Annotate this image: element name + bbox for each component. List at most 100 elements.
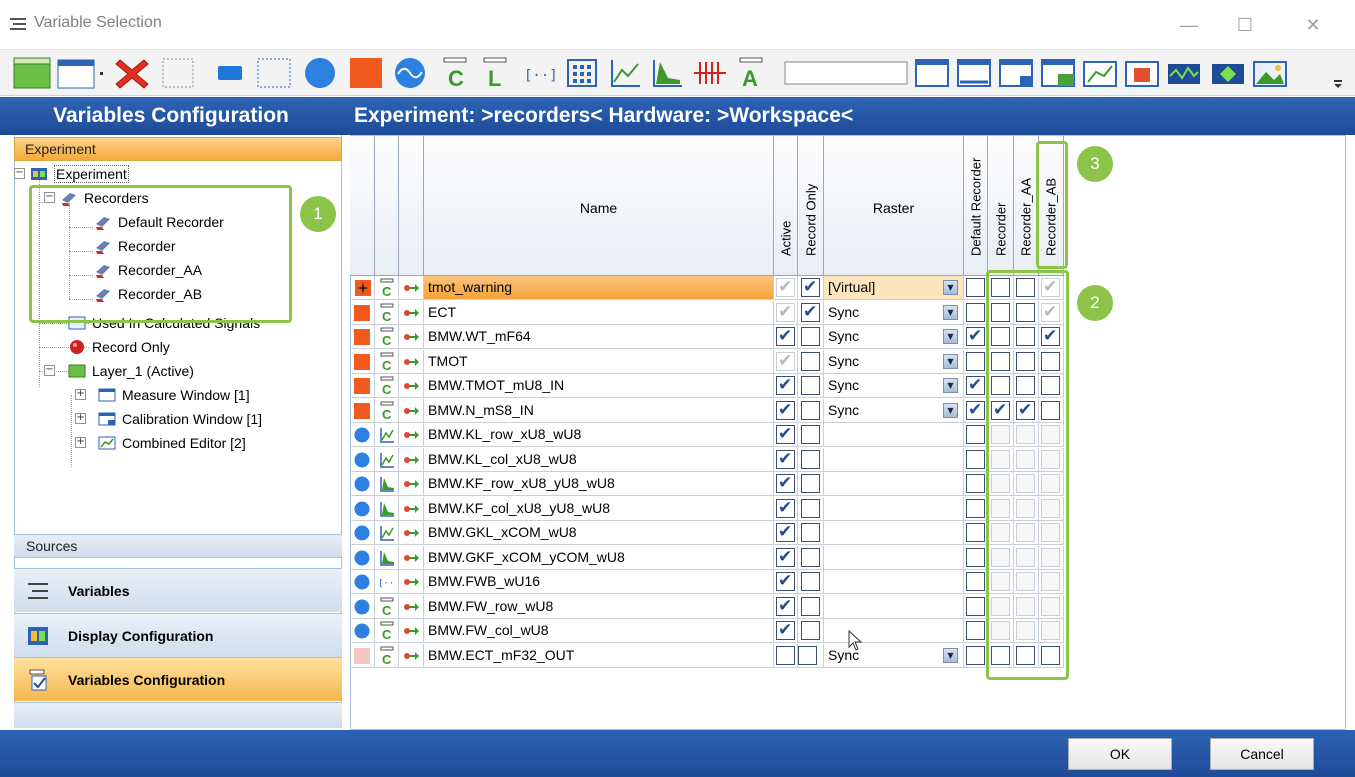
record-only-cell[interactable]	[798, 619, 824, 643]
active-checkbox[interactable]: ✔	[776, 449, 795, 469]
raster-cell[interactable]	[824, 472, 964, 496]
blue-circle-icon[interactable]	[300, 56, 340, 90]
delete-icon[interactable]	[112, 56, 152, 90]
record-only-cell[interactable]	[798, 521, 824, 545]
calibration-c-icon[interactable]: C	[438, 56, 478, 90]
ok-button[interactable]: OK	[1068, 738, 1172, 770]
collapse-experiment-icon[interactable]: −	[14, 168, 25, 179]
table-row[interactable]: C BMW.FW_col_wU8 ✔	[350, 619, 1064, 643]
table-row[interactable]: BMW.GKF_xCOM_yCOM_wU8 ✔	[350, 545, 1064, 570]
raster-cell[interactable]: Sync ▼	[824, 398, 964, 423]
default-recorder-checkbox[interactable]	[966, 572, 985, 591]
raster-cell[interactable]: Sync ▼	[824, 300, 964, 325]
raster-cell[interactable]	[824, 619, 964, 643]
record-only-checkbox[interactable]: ✔	[801, 302, 820, 322]
record-only-cell[interactable]	[798, 570, 824, 594]
table-row[interactable]: Ctmot_warning ✔ ✔ [Virtual] ▼ ✔	[350, 276, 1064, 300]
value-block-icon[interactable]: [··]	[520, 56, 560, 90]
table-row[interactable]: BMW.KF_row_xU8_yU8_wU8 ✔	[350, 472, 1064, 496]
toolbar-field[interactable]	[784, 56, 908, 90]
default-recorder-cell[interactable]	[964, 521, 988, 545]
record-only-cell[interactable]: ✔	[798, 276, 824, 300]
calibration-window-icon[interactable]	[996, 56, 1036, 90]
active-checkbox[interactable]: ✔	[776, 572, 795, 591]
table-row[interactable]: BMW.KL_col_xU8_wU8 ✔	[350, 447, 1064, 472]
record-only-checkbox[interactable]	[801, 474, 820, 493]
record-only-cell[interactable]	[798, 374, 824, 398]
variable-name-cell[interactable]: BMW.KL_row_xU8_wU8	[424, 423, 774, 447]
raster-cell[interactable]: Sync ▼	[824, 349, 964, 374]
maximize-button[interactable]: ☐	[1222, 10, 1268, 40]
active-checkbox[interactable]: ✔	[776, 425, 795, 444]
variable-name-cell[interactable]: BMW.FWB_wU16	[424, 570, 774, 594]
active-checkbox[interactable]: ✔	[776, 547, 795, 567]
tree-record-only[interactable]: Record Only	[68, 335, 170, 359]
default-recorder-cell[interactable]	[964, 570, 988, 594]
default-recorder-cell[interactable]	[964, 496, 988, 521]
record-only-checkbox[interactable]	[801, 572, 820, 591]
curve-icon[interactable]	[606, 56, 646, 90]
active-cell[interactable]: ✔	[774, 349, 798, 374]
table-row[interactable]: C BMW.N_mS8_IN ✔ Sync ▼ ✔ ✔ ✔	[350, 398, 1064, 423]
raster-dropdown-icon[interactable]: ▼	[943, 353, 958, 369]
variable-name-cell[interactable]: BMW.KL_col_xU8_wU8	[424, 447, 774, 472]
record-only-cell[interactable]	[798, 349, 824, 374]
raster-cell[interactable]: Sync ▼	[824, 374, 964, 398]
record-only-cell[interactable]	[798, 447, 824, 472]
default-recorder-cell[interactable]	[964, 276, 988, 300]
active-checkbox[interactable]: ✔	[776, 376, 795, 395]
variable-name-cell[interactable]: BMW.TMOT_mU8_IN	[424, 374, 774, 398]
raster-cell[interactable]: [Virtual] ▼	[824, 276, 964, 300]
default-recorder-cell[interactable]	[964, 300, 988, 325]
active-checkbox[interactable]: ✔	[776, 278, 795, 297]
active-cell[interactable]: ✔	[774, 619, 798, 643]
calibration-table-icon[interactable]	[1038, 56, 1078, 90]
record-only-checkbox[interactable]	[801, 400, 820, 420]
default-recorder-checkbox[interactable]	[966, 523, 985, 542]
cancel-button[interactable]: Cancel	[1210, 738, 1314, 770]
record-only-cell[interactable]	[798, 545, 824, 570]
active-cell[interactable]: ✔	[774, 325, 798, 349]
active-cell[interactable]: ✔	[774, 496, 798, 521]
default-recorder-checkbox[interactable]	[966, 278, 985, 297]
variable-name-cell[interactable]: BMW.N_mS8_IN	[424, 398, 774, 423]
active-cell[interactable]: ✔	[774, 521, 798, 545]
variable-name-cell[interactable]: BMW.GKL_xCOM_wU8	[424, 521, 774, 545]
table-row[interactable]: C TMOT ✔ Sync ▼	[350, 349, 1064, 374]
raster-cell[interactable]	[824, 570, 964, 594]
active-checkbox[interactable]: ✔	[776, 621, 795, 640]
record-only-cell[interactable]	[798, 472, 824, 496]
active-cell[interactable]: ✔	[774, 300, 798, 325]
raster-dropdown-icon[interactable]: ▼	[943, 647, 958, 663]
header-default-recorder[interactable]: Default Recorder	[964, 136, 988, 276]
active-checkbox[interactable]: ✔	[776, 351, 795, 371]
default-recorder-cell[interactable]: ✔	[964, 325, 988, 349]
default-recorder-checkbox[interactable]	[966, 547, 985, 567]
default-recorder-checkbox[interactable]	[966, 449, 985, 469]
active-checkbox[interactable]: ✔	[776, 327, 795, 346]
sources-bar[interactable]: Sources	[14, 534, 342, 558]
record-only-checkbox[interactable]	[801, 596, 820, 616]
expand-combined-editor-icon[interactable]: +	[75, 437, 86, 448]
active-checkbox[interactable]: ✔	[776, 302, 795, 322]
default-recorder-cell[interactable]: ✔	[964, 374, 988, 398]
raster-dropdown-icon[interactable]: ▼	[943, 402, 958, 418]
experiment-bar[interactable]: Experiment	[14, 137, 342, 161]
wave-icon[interactable]	[390, 56, 430, 90]
default-recorder-checkbox[interactable]: ✔	[966, 327, 985, 346]
record-only-checkbox[interactable]	[801, 621, 820, 640]
variable-name-cell[interactable]: BMW.GKF_xCOM_yCOM_wU8	[424, 545, 774, 570]
record-only-cell[interactable]: ✔	[798, 300, 824, 325]
variable-name-cell[interactable]: BMW.WT_mF64	[424, 325, 774, 349]
active-checkbox[interactable]: ✔	[776, 498, 795, 518]
raster-cell[interactable]	[824, 594, 964, 619]
active-cell[interactable]: ✔	[774, 472, 798, 496]
default-recorder-checkbox[interactable]: ✔	[966, 400, 985, 420]
raster-cell[interactable]: Sync ▼	[824, 643, 964, 668]
oscilloscope-icon[interactable]	[1164, 56, 1204, 90]
table-row[interactable]: C BMW.FW_row_wU8 ✔	[350, 594, 1064, 619]
header-status[interactable]	[350, 136, 375, 276]
variable-name-cell[interactable]: BMW.KF_row_xU8_yU8_wU8	[424, 472, 774, 496]
header-active[interactable]: Active	[774, 136, 798, 276]
measure-window-icon[interactable]	[912, 56, 952, 90]
